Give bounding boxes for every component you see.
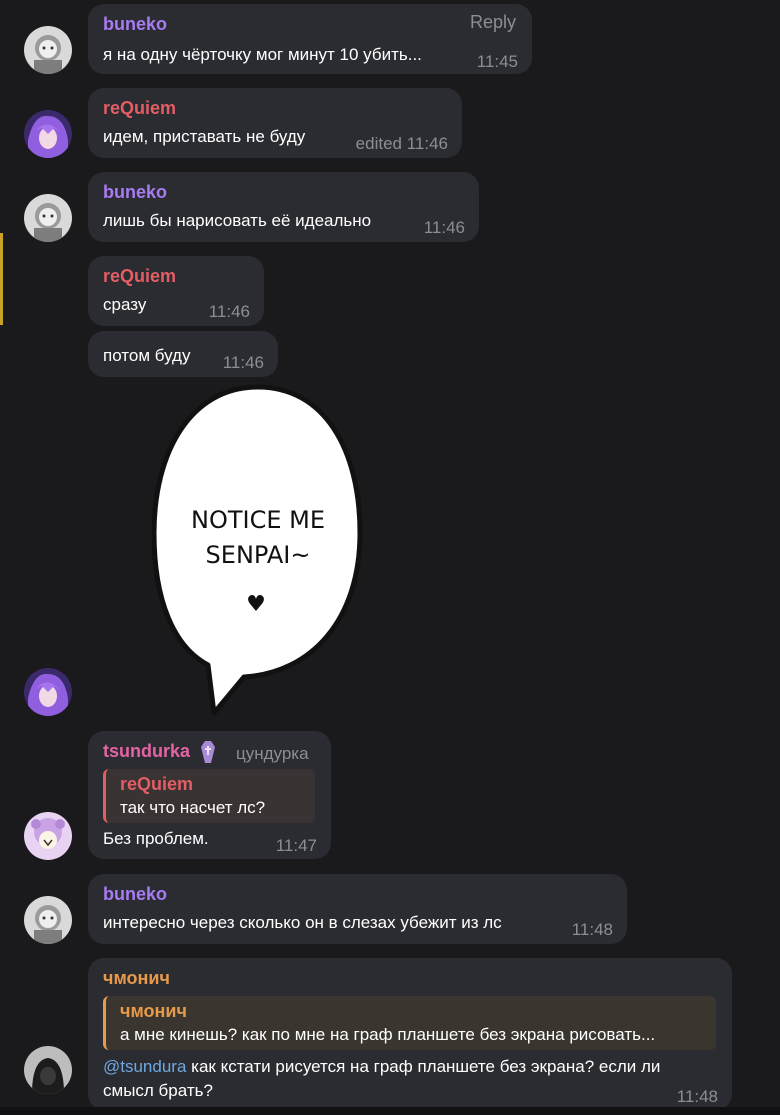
timestamp: 11:46 bbox=[208, 302, 250, 321]
message-text: сразу bbox=[103, 295, 147, 314]
sticker-text-line1: NOTICE ME bbox=[191, 506, 325, 534]
message-text: я на одну чёрточку мог минут 10 убить... bbox=[103, 45, 422, 64]
message-text: идем, приставать не буду bbox=[103, 127, 306, 146]
avatar-tsundurka[interactable] bbox=[24, 812, 72, 860]
sender-name[interactable]: reQuiem bbox=[103, 266, 176, 287]
timestamp: 11:45 bbox=[476, 52, 518, 71]
sender-name[interactable]: buneko bbox=[103, 182, 167, 203]
message-bubble[interactable]: reQuiem сразу 11:46 bbox=[88, 256, 264, 326]
message-text-line1: @tsundura как кстати рисуется на граф пл… bbox=[103, 1057, 660, 1077]
sender-name[interactable]: reQuiem bbox=[103, 98, 176, 119]
message-bubble[interactable]: buneko интересно через сколько он в слез… bbox=[88, 874, 627, 944]
message-bubble[interactable]: reQuiem идем, приставать не буду edited … bbox=[88, 88, 462, 158]
message-bubble[interactable]: чмонич чмонич а мне кинешь? как по мне н… bbox=[88, 958, 732, 1110]
timestamp: 11:47 bbox=[275, 836, 317, 855]
timestamp: edited 11:46 bbox=[355, 134, 448, 153]
quote-sender: чмонич bbox=[120, 1001, 187, 1021]
reply-quote[interactable]: чмонич а мне кинешь? как по мне на граф … bbox=[103, 996, 716, 1050]
quote-text: а мне кинешь? как по мне на граф планшет… bbox=[120, 1025, 656, 1044]
sticker-notice-me-senpai[interactable]: NOTICE ME SENPAI~ ♥ bbox=[151, 383, 364, 716]
message-text-line2: смысл брать? bbox=[103, 1081, 213, 1100]
timestamp: 11:48 bbox=[571, 920, 613, 939]
bottom-strip bbox=[0, 1107, 780, 1115]
avatar-requiem[interactable] bbox=[24, 110, 72, 158]
sender-name[interactable]: buneko bbox=[103, 884, 167, 905]
avatar-chmonich[interactable] bbox=[24, 1046, 72, 1094]
sticker-text-line2: SENPAI~ bbox=[206, 541, 311, 569]
message-bubble[interactable]: buneko Reply я на одну чёрточку мог мину… bbox=[88, 4, 532, 74]
avatar-buneko[interactable] bbox=[24, 26, 72, 74]
message-text: Без проблем. bbox=[103, 829, 209, 848]
message-text: как кстати рисуется на граф планшете без… bbox=[186, 1057, 661, 1076]
heart-icon: ♥ bbox=[246, 592, 266, 617]
timestamp: 11:48 bbox=[676, 1087, 718, 1106]
quote-text: так что насчет лс? bbox=[120, 798, 266, 817]
quote-sender: reQuiem bbox=[120, 774, 194, 794]
avatar-buneko[interactable] bbox=[24, 896, 72, 944]
avatar-buneko[interactable] bbox=[24, 194, 72, 242]
timestamp: 11:46 bbox=[222, 353, 264, 372]
message-text: лишь бы нарисовать её идеально bbox=[103, 211, 372, 230]
selection-accent-bar bbox=[0, 233, 3, 325]
timestamp: 11:46 bbox=[423, 218, 465, 237]
sender-name[interactable]: tsundurka bbox=[103, 741, 190, 762]
sender-name[interactable]: чмонич bbox=[103, 968, 170, 989]
reply-quote[interactable]: reQuiem так что насчет лс? bbox=[103, 769, 315, 823]
mention-link[interactable]: @tsundura bbox=[103, 1057, 186, 1076]
avatar-requiem[interactable] bbox=[24, 668, 72, 716]
message-text: потом буду bbox=[103, 346, 191, 365]
message-bubble[interactable]: tsundurka цундурка reQuiem так что насче… bbox=[88, 731, 331, 859]
message-bubble[interactable]: потом буду 11:46 bbox=[88, 331, 278, 377]
reply-button[interactable]: Reply bbox=[470, 12, 516, 33]
coffin-icon bbox=[200, 740, 216, 769]
message-text: интересно через сколько он в слезах убеж… bbox=[103, 913, 502, 932]
sender-subtitle: цундурка bbox=[236, 744, 309, 763]
message-bubble[interactable]: buneko лишь бы нарисовать её идеально 11… bbox=[88, 172, 479, 242]
sender-name[interactable]: buneko bbox=[103, 14, 167, 35]
